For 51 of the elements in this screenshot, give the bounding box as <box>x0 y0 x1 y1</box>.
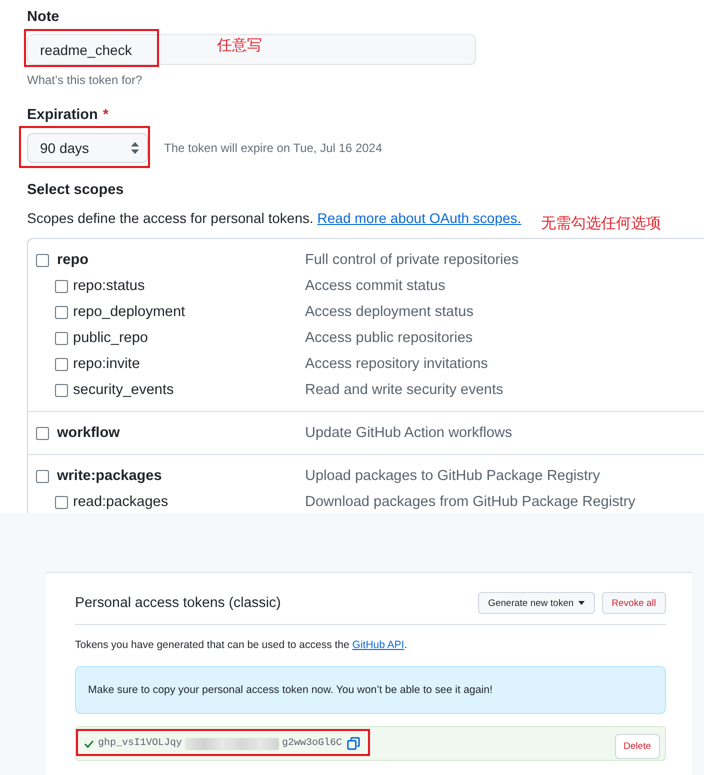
chevrons-icon <box>131 142 139 154</box>
scope-description: Access commit status <box>305 277 446 295</box>
tokens-description: Tokens you have generated that can be used to access the GitHub API. <box>75 638 408 653</box>
required-mark: * <box>102 106 109 125</box>
scope-description: Access public repositories <box>305 329 473 347</box>
scopes-description: Scopes define the access for personal tokens. Read more about OAuth scopes. <box>27 209 522 228</box>
checkbox[interactable] <box>55 384 68 396</box>
scope-name: security_events <box>73 381 174 399</box>
token-text: g2ww3oGl6C <box>282 736 342 750</box>
github-api-link[interactable]: GitHub API <box>352 639 404 651</box>
checkbox[interactable] <box>55 358 68 370</box>
checkbox[interactable] <box>36 426 49 440</box>
note-label: Note <box>27 8 60 27</box>
checkbox[interactable] <box>55 332 68 344</box>
info-banner: Make sure to copy your personal access token now. You won’t be able to see it again! <box>75 666 666 714</box>
scope-name: workflow <box>57 424 120 442</box>
checkbox[interactable] <box>55 496 68 508</box>
scopes-title: Select scopes <box>27 181 125 200</box>
checkbox[interactable] <box>55 280 68 292</box>
scope-name: write:packages <box>57 467 162 485</box>
check-icon <box>84 740 94 748</box>
scope-name: repo <box>57 251 88 269</box>
caret-icon <box>578 601 585 605</box>
expiration-label: Expiration <box>27 106 98 125</box>
scope-description: Access deployment status <box>305 303 474 321</box>
expiration-note: The token will expire on Tue, Jul 16 2024 <box>164 141 382 155</box>
generate-token-button[interactable]: Generate new token <box>478 592 595 614</box>
revoke-all-button[interactable]: Revoke all <box>602 592 666 614</box>
delete-button[interactable]: Delete <box>614 734 660 759</box>
scope-name: repo:invite <box>73 355 140 373</box>
annotation-text: 无需勾选任何选项 <box>541 214 662 234</box>
scope-name: read:packages <box>73 493 168 511</box>
scope-name: repo:status <box>73 277 145 295</box>
annotation-text: 任意写 <box>217 36 262 56</box>
checkbox[interactable] <box>36 254 49 266</box>
checkbox[interactable] <box>36 470 49 482</box>
tokens-title: Personal access tokens (classic) <box>75 594 281 613</box>
note-hint: What’s this token for? <box>27 72 144 88</box>
scope-description: Update GitHub Action workflows <box>305 424 512 442</box>
scope-description: Full control of private repositories <box>305 251 519 269</box>
scope-description: Access repository invitations <box>305 355 488 373</box>
oauth-scopes-link[interactable]: Read more about OAuth scopes. <box>317 210 522 226</box>
copy-icon[interactable] <box>347 737 360 750</box>
scope-description: Upload packages to GitHub Package Registry <box>305 467 600 485</box>
scope-name: public_repo <box>73 329 148 347</box>
expiration-select[interactable]: 90 days <box>27 133 148 163</box>
scope-name: repo_deployment <box>73 303 186 321</box>
scope-description: Read and write security events <box>305 381 504 399</box>
token-text: ghp_vsI1VOLJqy <box>98 736 182 750</box>
checkbox[interactable] <box>55 306 68 318</box>
scope-description: Download packages from GitHub Package Registry <box>305 493 636 511</box>
